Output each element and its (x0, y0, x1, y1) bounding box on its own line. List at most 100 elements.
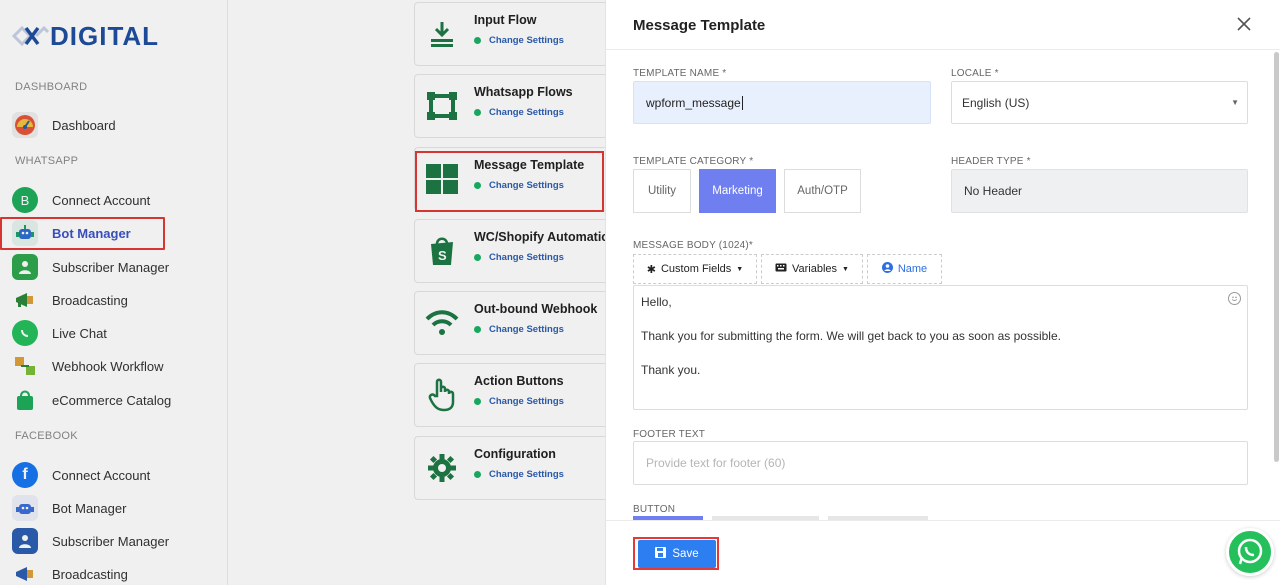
shopify-bag-icon: S (425, 234, 459, 268)
locale-label: LOCALE * (951, 68, 999, 79)
whatsapp-chat-float-button[interactable] (1226, 528, 1274, 576)
input-flow-icon (425, 17, 459, 51)
body-line: Thank you for submitting the form. We wi… (641, 329, 1061, 343)
insert-name-button[interactable]: Name (867, 254, 942, 284)
gear-icon: ✱ (646, 263, 656, 276)
card-title: Action Buttons (474, 374, 564, 388)
logo[interactable]: DIGITAL (10, 18, 159, 54)
template-name-label: TEMPLATE NAME * (633, 68, 727, 79)
body-line: Thank you. (641, 363, 701, 377)
section-label-facebook: FACEBOOK (15, 430, 78, 442)
template-category-label: TEMPLATE CATEGORY * (633, 156, 754, 167)
whatsapp-icon (1237, 538, 1263, 565)
sidebar-item-label: eCommerce Catalog (52, 392, 172, 408)
sidebar-item-label: Webhook Workflow (52, 358, 164, 374)
variables-label: Variables (792, 263, 838, 275)
logo-mark-icon (11, 25, 50, 47)
robot-icon (12, 495, 38, 521)
card-action-buttons[interactable]: Action Buttons Change Settings (414, 363, 614, 427)
section-label-whatsapp: WHATSAPP (15, 155, 79, 167)
change-settings-link[interactable]: Change Settings (474, 35, 564, 46)
sidebar-item-label: Bot Manager (52, 500, 127, 516)
sidebar-item-label: Dashboard (52, 117, 116, 133)
emoji-picker-icon[interactable] (1228, 292, 1241, 305)
header-type-select[interactable]: No Header (951, 169, 1248, 213)
card-sub-label: Change Settings (489, 252, 564, 263)
change-settings-link[interactable]: Change Settings (474, 252, 564, 263)
card-whatsapp-flows[interactable]: Whatsapp Flows Change Settings (414, 74, 614, 138)
save-button[interactable]: Save (638, 540, 716, 568)
card-sub-label: Change Settings (489, 324, 564, 335)
header-type-value: No Header (964, 184, 1023, 198)
footer-text-label: FOOTER TEXT (633, 429, 706, 440)
close-icon[interactable] (1234, 14, 1254, 34)
sidebar-item-fb-connect-account[interactable]: f Connect Account (12, 460, 212, 490)
sidebar-item-subscriber-manager[interactable]: Subscriber Manager (12, 252, 212, 282)
body-line: Hello, (641, 295, 672, 309)
custom-fields-dropdown[interactable]: ✱ Custom Fields ▼ (633, 254, 757, 284)
status-dot (474, 37, 481, 44)
message-body-editor[interactable]: Hello, Thank you for submitting the form… (633, 285, 1248, 410)
text-caret (741, 95, 743, 110)
card-title: WC/Shopify Automation (474, 230, 617, 244)
save-label: Save (672, 548, 699, 560)
category-auth-otp-button[interactable]: Auth/OTP (784, 169, 861, 213)
settings-column: Input Flow Change Settings Whatsapp Flow… (228, 0, 617, 585)
wifi-icon (425, 306, 459, 340)
change-settings-link[interactable]: Change Settings (474, 107, 564, 118)
section-label-dashboard: DASHBOARD (15, 81, 88, 93)
template-name-input[interactable]: wpform_message (633, 81, 931, 124)
highlight-box-message-template (415, 151, 604, 212)
whatsapp-business-icon: B (12, 187, 38, 213)
status-dot (474, 109, 481, 116)
locale-select[interactable]: English (US) ▼ (951, 81, 1248, 124)
template-name-value: wpform_message (646, 95, 741, 110)
category-utility-button[interactable]: Utility (633, 169, 691, 213)
sidebar-item-ecommerce-catalog[interactable]: eCommerce Catalog (12, 385, 212, 415)
subscriber-icon (12, 254, 38, 280)
sidebar-item-fb-broadcasting[interactable]: Broadcasting (12, 559, 212, 585)
status-dot (474, 471, 481, 478)
card-wc-shopify-automation[interactable]: S WC/Shopify Automation Change Settings (414, 219, 617, 283)
sidebar-item-label: Subscriber Manager (52, 533, 170, 549)
modal-title: Message Template (633, 17, 766, 34)
status-dot (474, 326, 481, 333)
name-label: Name (897, 263, 928, 275)
variables-dropdown[interactable]: Variables ▼ (761, 254, 863, 284)
modal-header: Message Template (606, 0, 1280, 50)
change-settings-link[interactable]: Change Settings (474, 469, 564, 480)
category-marketing-button[interactable]: Marketing (699, 169, 776, 213)
sidebar-item-dashboard[interactable]: Dashboard (12, 110, 212, 140)
sidebar-item-fb-subscriber-manager[interactable]: Subscriber Manager (12, 526, 212, 556)
shopping-bag-icon (12, 387, 38, 413)
megaphone-icon (12, 561, 38, 585)
whatsapp-chat-icon (12, 320, 38, 346)
facebook-icon: f (12, 462, 38, 488)
change-settings-link[interactable]: Change Settings (474, 396, 564, 407)
sidebar-item-broadcasting[interactable]: Broadcasting (12, 285, 212, 315)
change-settings-link[interactable]: Change Settings (474, 324, 564, 335)
footer-text-input[interactable]: Provide text for footer (60) (633, 441, 1248, 485)
floppy-disk-icon (655, 547, 667, 561)
highlight-box-bot-manager (0, 217, 165, 250)
sidebar-item-connect-account[interactable]: B Connect Account (12, 185, 212, 215)
sidebar-item-webhook-workflow[interactable]: Webhook Workflow (12, 351, 212, 381)
logo-text: DIGITAL (50, 20, 160, 51)
card-configuration[interactable]: Configuration Change Settings (414, 436, 614, 500)
sidebar: DIGITAL DASHBOARD Dashboard WHATSAPP B C… (0, 0, 228, 585)
svg-text:S: S (438, 248, 447, 263)
webhook-icon (12, 353, 38, 379)
sidebar-item-label: Broadcasting (52, 566, 128, 582)
locale-value: English (US) (962, 95, 1030, 110)
sidebar-item-label: Broadcasting (52, 292, 128, 308)
status-dot (474, 254, 481, 261)
footer-placeholder: Provide text for footer (60) (646, 456, 786, 470)
card-sub-label: Change Settings (489, 107, 564, 118)
card-input-flow[interactable]: Input Flow Change Settings (414, 2, 614, 66)
sidebar-item-live-chat[interactable]: Live Chat (12, 318, 212, 348)
modal-scrollbar[interactable] (1274, 52, 1279, 462)
card-out-bound-webhook[interactable]: Out-bound Webhook Change Settings (414, 291, 614, 355)
sidebar-item-label: Subscriber Manager (52, 259, 170, 275)
caret-down-icon: ▼ (842, 265, 849, 273)
sidebar-item-fb-bot-manager[interactable]: Bot Manager (12, 493, 212, 523)
